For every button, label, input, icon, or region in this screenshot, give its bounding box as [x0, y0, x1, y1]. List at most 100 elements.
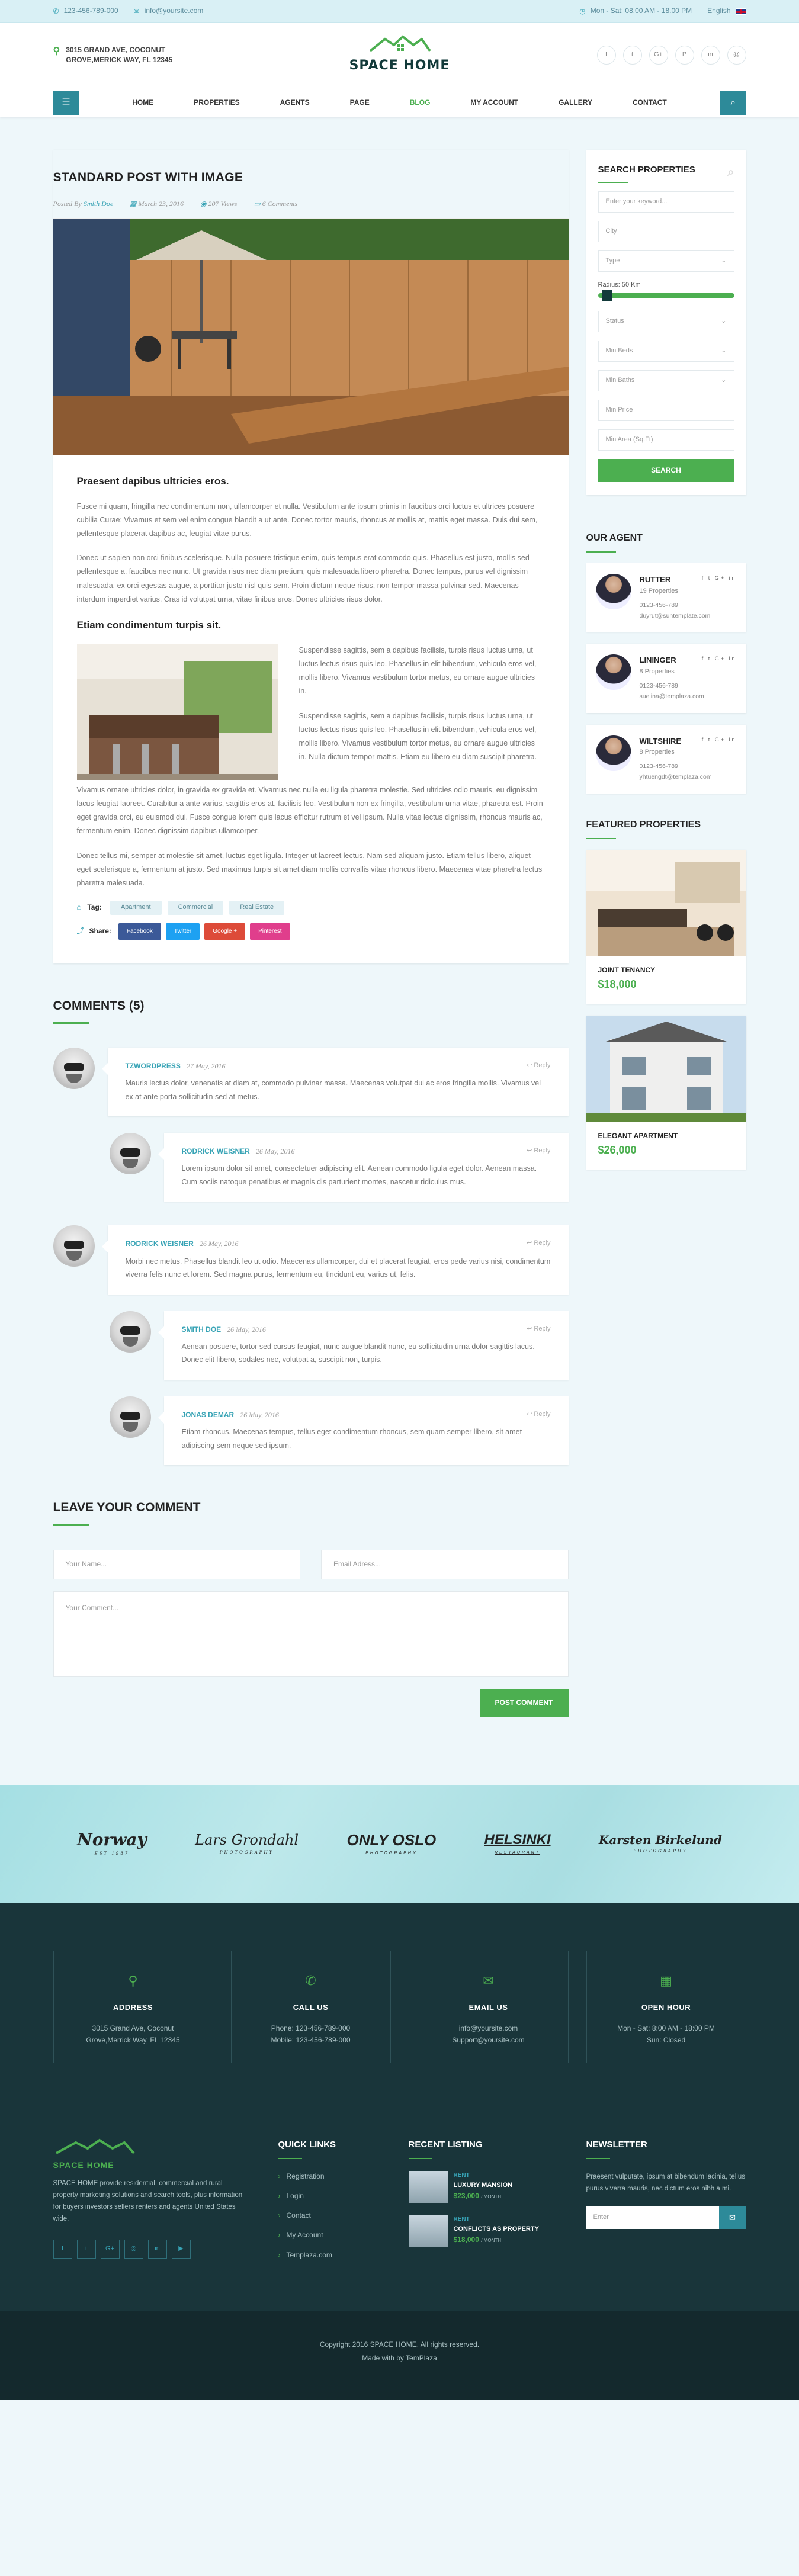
share-pinterest-button[interactable]: Pinterest [250, 923, 290, 940]
min-beds-select[interactable]: Min Beds ⌄ [598, 340, 734, 362]
agent-email[interactable]: yhtuengdt@templaza.com [640, 772, 737, 783]
google-plus-icon[interactable]: G+ [100, 2239, 120, 2259]
share-google-button[interactable]: Google + [204, 923, 246, 940]
agent-name[interactable]: RUTTER [640, 574, 671, 586]
partner-logo[interactable]: ONLY OSLO PHOTOGRAPHY [346, 1832, 436, 1855]
comment-author[interactable]: RODRICK WEISNER [126, 1239, 194, 1248]
city-input[interactable]: City [598, 221, 734, 242]
footer-logo-text[interactable]: SPACE HOME [53, 2159, 249, 2172]
linkedin-icon[interactable]: in [147, 2239, 167, 2259]
status-select[interactable]: Status ⌄ [598, 310, 734, 332]
newsletter-email-input[interactable]: Enter [586, 2206, 719, 2230]
nav-properties[interactable]: PROPERTIES [174, 97, 259, 108]
agent-email[interactable]: duyrut@suntemplate.com [640, 611, 737, 622]
topbar-email[interactable]: info@yoursite.com [145, 5, 204, 17]
partner-logo[interactable]: Lars Grondahl PHOTOGRAPHY [195, 1833, 299, 1855]
nav-home[interactable]: HOME [112, 97, 174, 108]
comment-author[interactable]: JONAS DEMAR [182, 1411, 235, 1419]
agent-name[interactable]: WILTSHIRE [640, 735, 682, 748]
facebook-icon[interactable]: f [53, 2239, 72, 2259]
comment-author[interactable]: SMITH DOE [182, 1325, 222, 1334]
featured-property-card[interactable]: JOINT TENANCY $18,000 [586, 850, 746, 1004]
search-submit-button[interactable]: SEARCH [598, 458, 734, 482]
quick-link[interactable]: Login [278, 2190, 379, 2202]
google-plus-icon[interactable]: G+ [649, 46, 668, 65]
share-facebook-button[interactable]: Facebook [118, 923, 161, 940]
footer-box-line[interactable]: Support@yoursite.com [409, 2034, 568, 2046]
footer-box-line[interactable]: info@yoursite.com [409, 2022, 568, 2034]
quick-link[interactable]: My Account [278, 2230, 379, 2241]
reply-button[interactable]: ↩ Reply [527, 1146, 550, 1157]
post-author[interactable]: Smith Doe [84, 200, 113, 208]
quick-link[interactable]: Contact [278, 2210, 379, 2221]
post-comment-button[interactable]: POST COMMENT [479, 1688, 569, 1717]
comment-textarea[interactable]: Your Comment... [53, 1591, 569, 1677]
partner-logo[interactable]: Karsten Birkelund PHOTOGRAPHY [599, 1834, 722, 1854]
min-baths-select[interactable]: Min Baths ⌄ [598, 370, 734, 391]
nav-my-account[interactable]: MY ACCOUNT [450, 97, 538, 108]
comment-author[interactable]: TZWORDPRESS [126, 1062, 181, 1070]
nav-gallery[interactable]: GALLERY [538, 97, 612, 108]
topbar-phone[interactable]: 123-456-789-000 [64, 5, 118, 17]
linkedin-icon[interactable]: in [701, 46, 720, 65]
tag-commercial[interactable]: Commercial [167, 900, 224, 915]
reply-button[interactable]: ↩ Reply [527, 1238, 550, 1250]
min-area-input[interactable]: Min Area (Sq.Ft) [598, 429, 734, 451]
featured-property-card[interactable]: ELEGANT APARTMENT $26,000 [586, 1016, 746, 1170]
listing-name[interactable]: CONFLICTS AS PROPERTY [454, 2224, 539, 2235]
tag-real-estate[interactable]: Real Estate [229, 900, 285, 915]
instagram-icon[interactable]: ◎ [124, 2239, 143, 2259]
recent-listing-item[interactable]: RENT CONFLICTS AS PROPERTY $18,000 / MONTH [408, 2214, 557, 2247]
reply-button[interactable]: ↩ Reply [527, 1324, 550, 1335]
menu-toggle-button[interactable]: ☰ [53, 91, 79, 115]
twitter-icon[interactable]: t [622, 46, 642, 65]
nav-blog[interactable]: BLOG [390, 97, 451, 108]
partner-logo[interactable]: HELSINKI RESTAURANT [484, 1833, 551, 1855]
agent-card[interactable]: LININGER f t G+ in 8 Properties 0123-456-… [586, 644, 746, 713]
listing-name[interactable]: LUXURY MANSION [454, 2180, 513, 2191]
newsletter-submit-button[interactable]: ✉ [718, 2206, 746, 2230]
share-icon: ⤴ [76, 926, 85, 936]
property-name[interactable]: ELEGANT APARTMENT [598, 1130, 734, 1142]
agent-card[interactable]: WILTSHIRE f t G+ in 8 Properties 0123-456… [586, 724, 746, 794]
slider-handle[interactable] [601, 289, 612, 301]
type-select[interactable]: Type ⌄ [598, 250, 734, 272]
twitter-icon[interactable]: t [76, 2239, 96, 2259]
share-twitter-button[interactable]: Twitter [165, 923, 200, 940]
reply-button[interactable]: ↩ Reply [527, 1061, 550, 1072]
search-button[interactable]: ⌕ [720, 91, 746, 115]
keyword-input[interactable]: Enter your keyword... [598, 191, 734, 213]
radius-slider[interactable] [598, 289, 734, 301]
reply-button[interactable]: ↩ Reply [527, 1409, 550, 1421]
comment-author[interactable]: RODRICK WEISNER [182, 1147, 250, 1155]
site-logo[interactable]: SPACE HOME [349, 34, 450, 76]
nav-page[interactable]: PAGE [330, 97, 390, 108]
partner-sub: PHOTOGRAPHY [219, 1850, 274, 1855]
dribbble-icon[interactable]: @ [727, 46, 746, 65]
agent-social-icons[interactable]: f t G+ in [702, 654, 737, 667]
made-with-text[interactable]: Made with by TemPlaza [0, 2352, 799, 2365]
email-input[interactable]: Email Adress... [321, 1549, 569, 1579]
quick-link[interactable]: Templaza.com [278, 2250, 379, 2261]
partner-logo[interactable]: Norway EST 1987 [77, 1832, 147, 1856]
youtube-icon[interactable]: ▶ [171, 2239, 191, 2259]
listing-price: $23,000 [453, 2192, 479, 2201]
agent-name[interactable]: LININGER [640, 654, 676, 667]
agent-email[interactable]: suelina@templaza.com [640, 692, 737, 702]
quick-link[interactable]: Registration [278, 2171, 379, 2182]
min-price-input[interactable]: Min Price [598, 399, 734, 421]
agent-card[interactable]: RUTTER f t G+ in 19 Properties 0123-456-7… [586, 563, 746, 632]
pinterest-icon[interactable]: P [675, 46, 694, 65]
facebook-icon[interactable]: f [596, 46, 616, 65]
nav-contact[interactable]: CONTACT [612, 97, 687, 108]
tag-apartment[interactable]: Apartment [110, 900, 162, 915]
post-comments-count[interactable]: 6 Comments [262, 200, 298, 208]
agent-social-icons[interactable]: f t G+ in [702, 574, 737, 586]
name-input[interactable]: Your Name... [53, 1549, 300, 1579]
nav-agents[interactable]: AGENTS [260, 97, 330, 108]
recent-listing-item[interactable]: RENT LUXURY MANSION $23,000 / MONTH [408, 2170, 557, 2203]
property-name[interactable]: JOINT TENANCY [598, 965, 734, 976]
agent-social-icons[interactable]: f t G+ in [702, 735, 737, 748]
language-switcher[interactable]: English [707, 5, 746, 17]
property-price: $18,000 [598, 978, 637, 991]
